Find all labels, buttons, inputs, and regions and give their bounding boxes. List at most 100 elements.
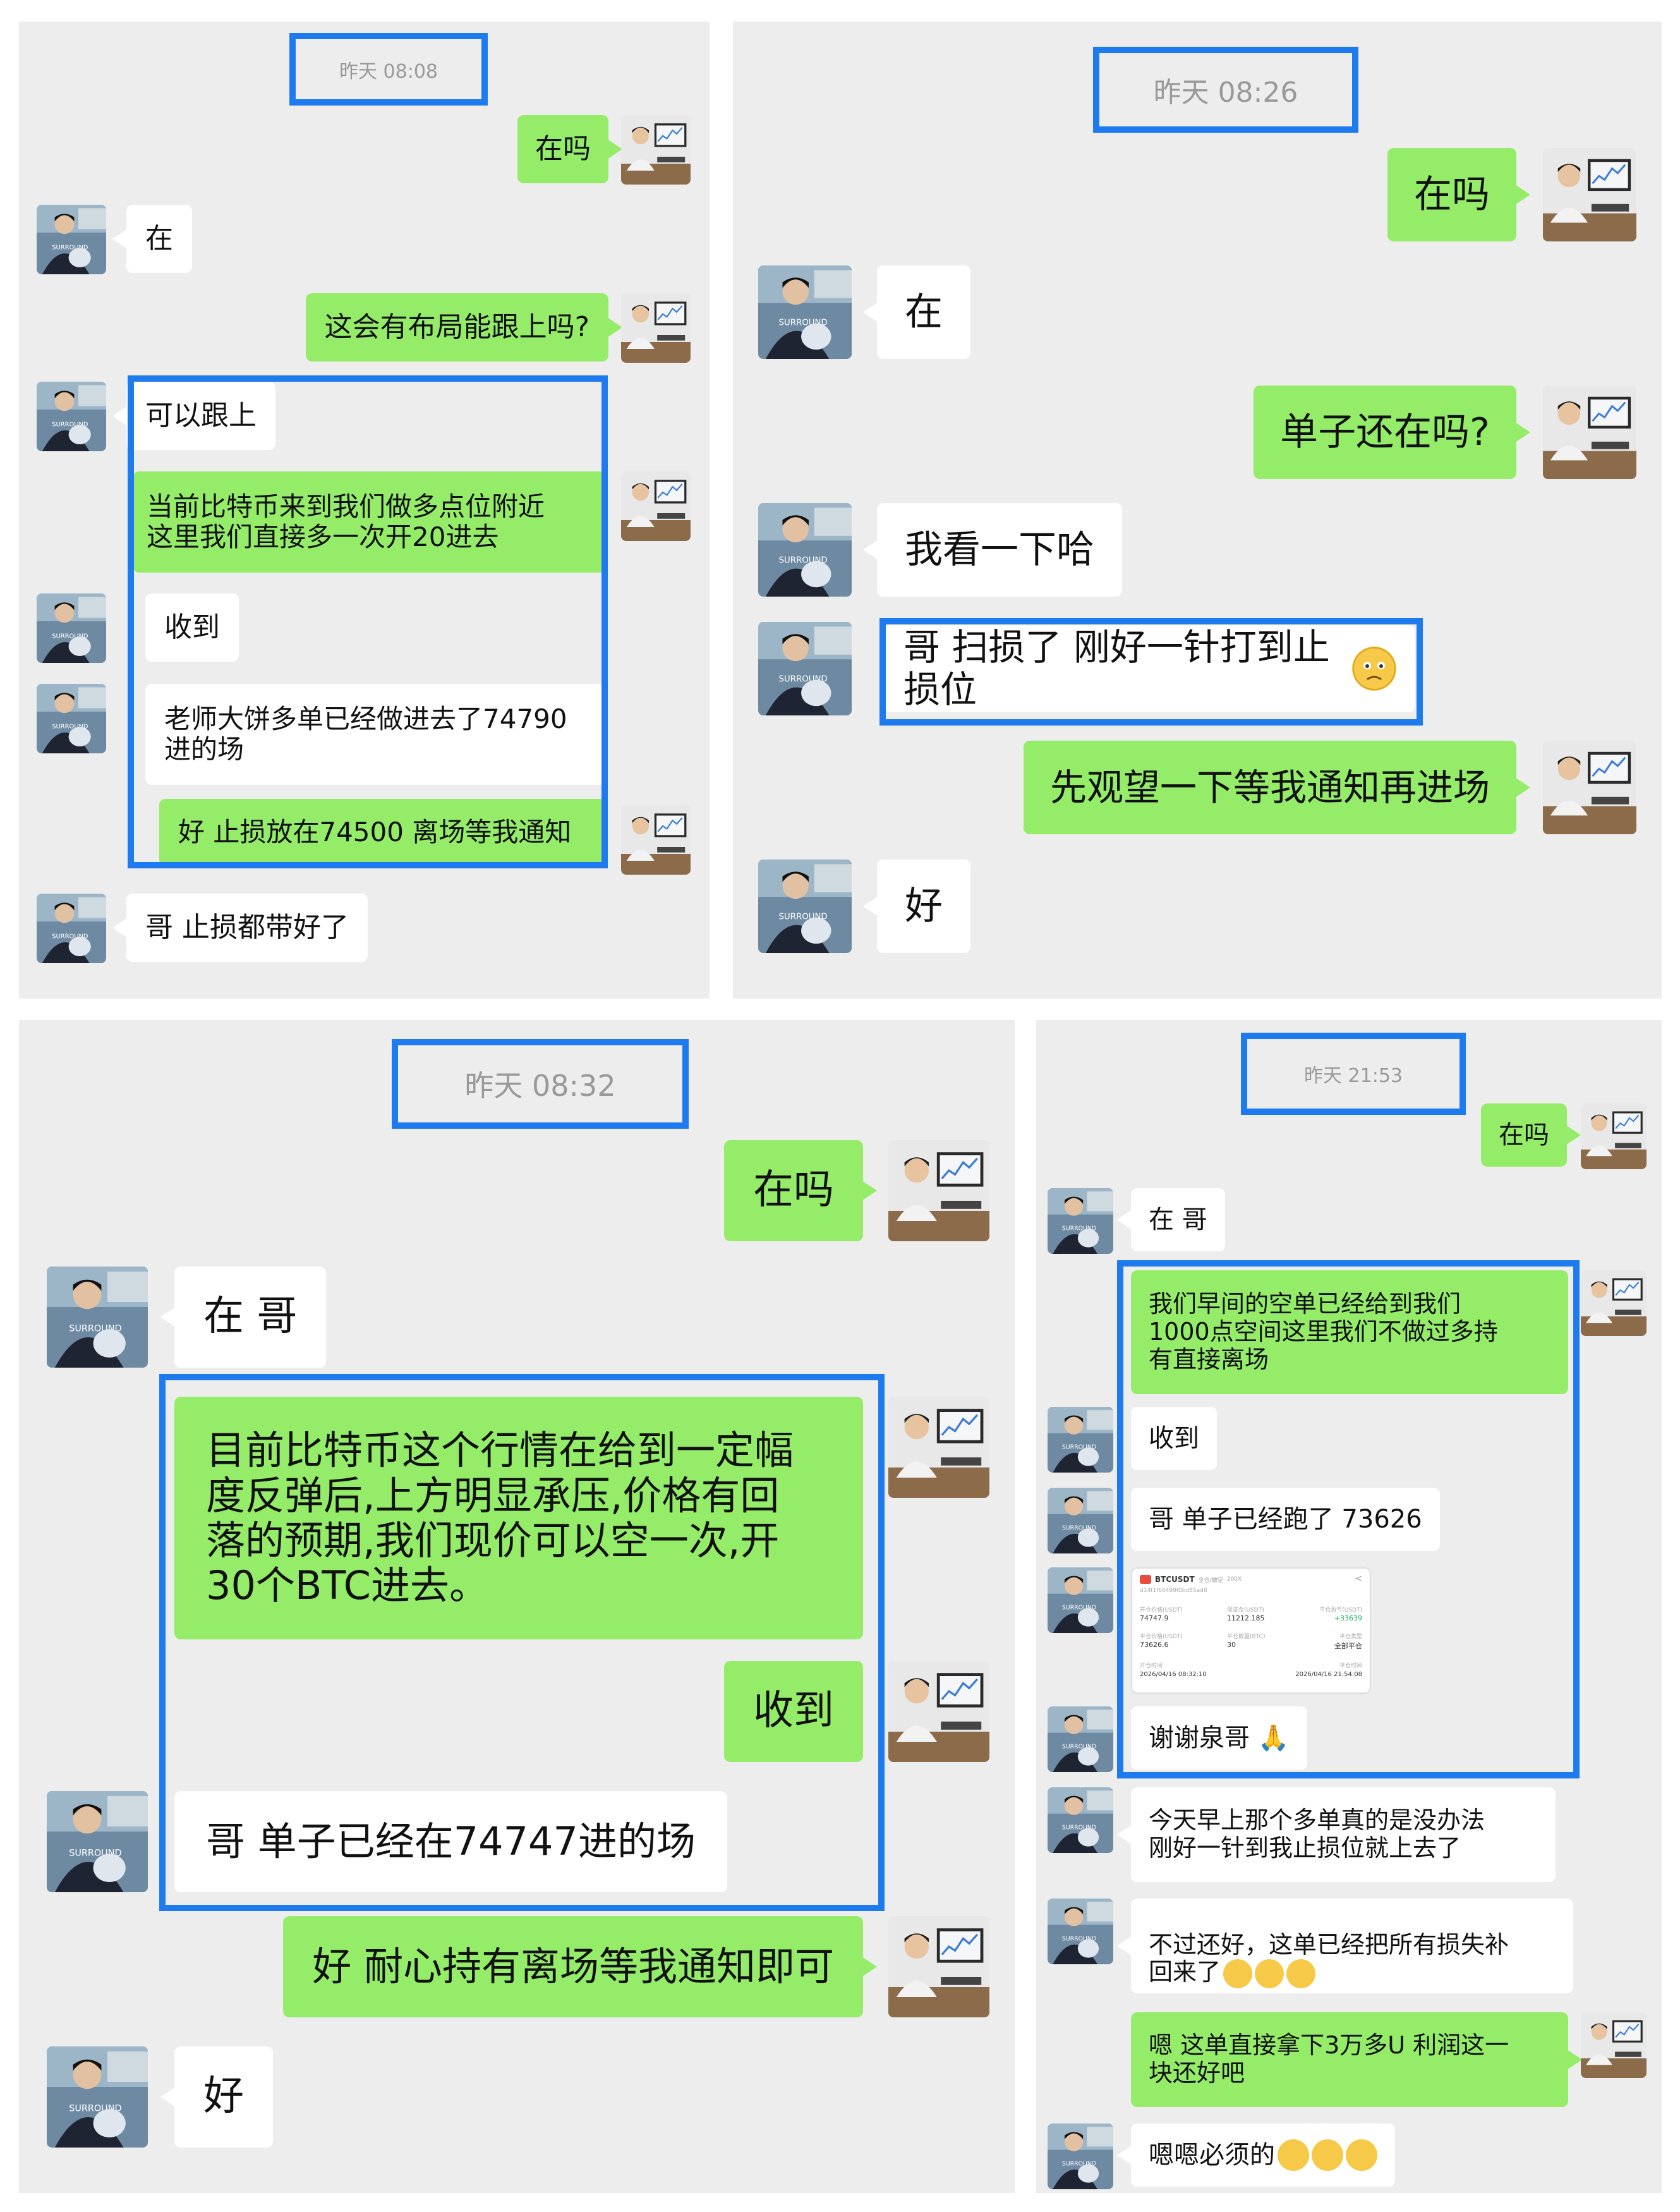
contact-avatar[interactable] (758, 503, 852, 597)
message-bubble-received[interactable]: 谢谢泉哥 🙏 (1131, 1706, 1307, 1770)
message-bubble-received[interactable]: 不过还好，这单已经把所有损失补 回来了 (1117, 1899, 1573, 1993)
leverage: 200X (1226, 1576, 1242, 1583)
contact-avatar[interactable] (758, 860, 852, 953)
contact-avatar[interactable] (47, 2046, 148, 2148)
my-avatar[interactable] (888, 1661, 989, 1762)
avatar-image (888, 1140, 989, 1241)
contact-avatar[interactable] (1048, 1488, 1113, 1553)
value-margin: 11212.185 (1227, 1614, 1265, 1622)
message-bubble-received[interactable]: 在 (112, 205, 192, 273)
my-avatar[interactable] (1543, 148, 1636, 241)
avatar-image (758, 265, 852, 359)
contact-avatar[interactable] (47, 1791, 148, 1892)
my-avatar[interactable] (1543, 386, 1636, 479)
my-avatar[interactable] (1581, 2012, 1647, 2078)
avatar-image (1048, 1567, 1113, 1633)
label-close-price: 平仓价格(USDT) (1140, 1634, 1183, 1640)
share-icon[interactable]: < (1355, 1574, 1362, 1584)
message-bubble-sent[interactable]: 收到 (724, 1661, 863, 1762)
contact-avatar[interactable] (37, 205, 106, 274)
contact-avatar[interactable] (758, 265, 852, 359)
my-avatar[interactable] (888, 1140, 989, 1241)
message-bubble-received[interactable]: 在 哥 (160, 1267, 327, 1368)
avatar-image (1048, 1706, 1113, 1772)
message-bubble-received[interactable]: 哥 单子已经跑了 73626 (1131, 1488, 1440, 1551)
message-text: 在吗 (753, 1167, 834, 1214)
message-bubble-received[interactable]: 哥 止损都带好了 (112, 894, 368, 962)
message-text: 好 止损放在74500 离场等我通知 (178, 816, 572, 848)
avatar-image (1048, 1787, 1113, 1853)
value-close-qty: 30 (1227, 1641, 1236, 1649)
message-bubble-received[interactable]: 哥 扫损了 刚好一针打到止损位 (885, 625, 1415, 712)
message-bubble-received[interactable]: 可以跟上 (112, 382, 275, 450)
avatar-image (37, 382, 106, 451)
message-bubble-sent[interactable]: 当前比特币来到我们做多点位附近 这里我们直接多一次开20进去 (133, 471, 607, 573)
contact-avatar[interactable] (37, 593, 106, 663)
message-bubble-sent[interactable]: 嗯 这单直接拿下3万多U 利润这一 块还好吧 (1131, 2012, 1582, 2107)
message-bubble-sent[interactable]: 这会有布局能跟上吗? (305, 293, 623, 362)
my-avatar[interactable] (621, 115, 691, 185)
message-bubble-received[interactable]: 我看一下哈 (863, 503, 1122, 597)
label-close-type: 平仓类型 (1339, 1634, 1362, 1640)
message-bubble-received[interactable]: 收到 (1131, 1407, 1217, 1470)
message-bubble-received[interactable]: 在 (863, 265, 970, 359)
message-text: 在 哥 (1149, 1205, 1207, 1234)
666-emoji-icon (1278, 2139, 1309, 2171)
timestamp: 昨天 08:32 (464, 1069, 616, 1103)
message-bubble-sent[interactable]: 在吗 (1481, 1103, 1581, 1167)
my-avatar[interactable] (888, 1916, 989, 2017)
contact-avatar[interactable] (37, 684, 106, 753)
message-text: 单子还在吗? (1280, 410, 1490, 454)
avatar-image (758, 503, 852, 597)
message-text: 哥 扫损了 刚好一针打到止损位 (903, 626, 1330, 711)
message-bubble-received[interactable]: 老师大饼多单已经做进去了74790 进的场 (145, 684, 607, 785)
contact-avatar[interactable] (1048, 1899, 1113, 1964)
contact-avatar[interactable] (37, 894, 106, 963)
message-bubble-sent[interactable]: 好 耐心持有离场等我通知即可 (283, 1916, 877, 2017)
message-bubble-sent[interactable]: 在吗 (1387, 148, 1530, 241)
my-avatar[interactable] (621, 293, 691, 363)
message-bubble-sent[interactable]: 目前比特币这个行情在给到一定幅 度反弹后,上方明显承压,价格有回 落的预期,我们… (174, 1397, 863, 1639)
my-avatar[interactable] (1581, 1103, 1647, 1169)
message-text: 在 (905, 289, 943, 334)
message-text: 在吗 (1414, 172, 1490, 217)
message-bubble-sent[interactable]: 好 止损放在74500 离场等我通知 (159, 799, 607, 866)
my-avatar[interactable] (1581, 1270, 1647, 1336)
my-avatar[interactable] (621, 471, 691, 541)
message-text: 收到 (164, 611, 220, 643)
message-bubble-sent[interactable]: 单子还在吗? (1254, 386, 1530, 479)
message-bubble-received[interactable]: 在 哥 (1117, 1188, 1225, 1251)
message-bubble-sent[interactable]: 先观望一下等我通知再进场 (1023, 741, 1531, 834)
my-avatar[interactable] (621, 805, 691, 875)
contact-avatar[interactable] (1048, 1787, 1113, 1853)
message-text: 收到 (1149, 1424, 1199, 1453)
message-bubble-received[interactable]: 好 (863, 860, 970, 953)
avatar-image (1048, 1407, 1113, 1473)
contact-avatar[interactable] (1048, 1188, 1113, 1254)
message-bubble-received[interactable]: 收到 (145, 593, 239, 662)
value-close-price: 73626.6 (1140, 1641, 1169, 1649)
contact-avatar[interactable] (1048, 1567, 1113, 1633)
grinning-face-emoji-icon (1286, 1959, 1316, 1988)
contact-avatar[interactable] (37, 382, 106, 451)
my-avatar[interactable] (1543, 741, 1636, 834)
contact-avatar[interactable] (758, 622, 852, 715)
contact-avatar[interactable] (1048, 1706, 1113, 1772)
message-bubble-sent[interactable]: 在吗 (724, 1140, 877, 1241)
message-bubble-received[interactable]: 哥 单子已经在74747进的场 (174, 1791, 727, 1892)
timestamp-box: 昨天 21:53 (1241, 1033, 1466, 1115)
value-pnl: +33639 (1334, 1614, 1362, 1622)
worried-face-emoji-icon (1352, 647, 1396, 691)
trade-screenshot-card[interactable]: BTCUSDT 全仓/做空 200X d14f1f66499f0bd85ad8 … (1131, 1567, 1371, 1694)
message-bubble-received[interactable]: 好 (160, 2046, 273, 2148)
timestamp-box: 昨天 08:08 (289, 33, 488, 106)
message-bubble-received[interactable]: 嗯嗯必须的 (1117, 2124, 1395, 2187)
contact-avatar[interactable] (47, 1267, 148, 1368)
message-bubble-received[interactable]: 今天早上那个多单真的是没办法 刚好一针到我止损位就上去了 (1117, 1787, 1556, 1882)
message-bubble-sent[interactable]: 我们早间的空单已经给到我们 1000点空间这里我们不做过多持 有直接离场 (1131, 1270, 1568, 1394)
avatar-image (621, 115, 691, 185)
message-bubble-sent[interactable]: 在吗 (517, 115, 622, 183)
contact-avatar[interactable] (1048, 1407, 1113, 1473)
contact-avatar[interactable] (1048, 2124, 1113, 2189)
my-avatar[interactable] (888, 1397, 989, 1498)
